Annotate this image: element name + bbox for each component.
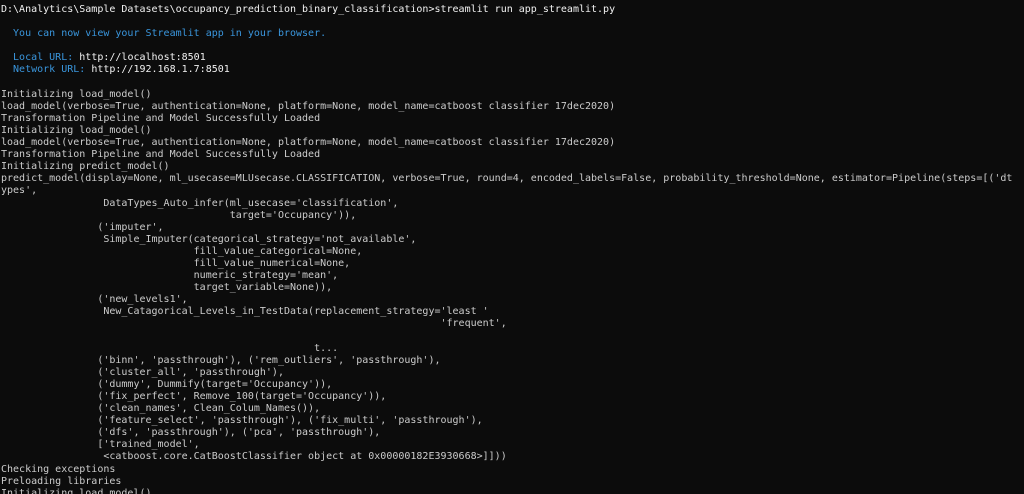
log-line: ['trained_model', — [1, 439, 200, 451]
log-line: 'frequent', — [1, 318, 507, 330]
log-line: ('feature_select', 'passthrough'), ('fix… — [1, 415, 483, 427]
log-line: numeric_strategy='mean', — [1, 270, 339, 282]
log-line: target='Occupancy')), — [1, 209, 357, 221]
log-line: load_model(verbose=True, authentication=… — [1, 137, 616, 149]
log-line: ypes', — [1, 185, 38, 197]
log-line: fill_value_categorical=None, — [1, 245, 363, 257]
local-url-line: Local URL: http://localhost:8501 — [0, 52, 1024, 64]
log-line: t... — [1, 342, 339, 354]
log-line: New_Catagorical_Levels_in_TestData(repla… — [1, 306, 489, 318]
log-line: ('cluster_all', 'passthrough'), — [1, 366, 284, 378]
network-url-line: Network URL: http://192.168.1.7:8501 — [0, 64, 1024, 76]
log-line: fill_value_numerical=None, — [1, 257, 351, 269]
terminal-window[interactable]: D:\Analytics\Sample Datasets\occupancy_p… — [0, 0, 1024, 494]
log-line: predict_model(display=None, ml_usecase=M… — [1, 173, 1013, 185]
log-line: Transformation Pipeline and Model Succes… — [1, 112, 321, 124]
log-line: Initializing load_model() — [1, 124, 152, 136]
log-line: Checking exceptions — [1, 463, 116, 475]
network-url-label: Network URL: — [1, 64, 92, 76]
log-line: ('fix_perfect', Remove_100(target='Occup… — [1, 391, 387, 402]
local-url-link[interactable]: http://localhost:8501 — [79, 52, 205, 63]
log-line: Preloading libraries — [1, 475, 122, 487]
command-prompt-line: D:\Analytics\Sample Datasets\occupancy_p… — [1, 4, 616, 15]
network-url-link[interactable]: http://192.168.1.7:8501 — [91, 64, 229, 75]
log-line: Initializing predict_model() — [1, 161, 170, 173]
log-line: Initializing load_model() — [1, 88, 152, 100]
log-line: load_model(verbose=True, authentication=… — [1, 100, 616, 112]
log-line: <catboost.core.CatBoostClassifier object… — [1, 451, 507, 463]
log-line: target_variable=None)), — [1, 282, 333, 294]
log-output: Initializing load_model() load_model(verb… — [0, 89, 1024, 494]
local-url-label: Local URL: — [1, 52, 80, 64]
log-line: DataTypes_Auto_infer(ml_usecase='classif… — [1, 197, 399, 209]
log-line: Simple_Imputer(categorical_strategy='not… — [1, 233, 417, 245]
streamlit-view-message: You can now view your Streamlit app in y… — [1, 28, 327, 40]
log-line: ('binn', 'passthrough'), ('rem_outliers'… — [1, 354, 441, 366]
log-line: Initializing load_model() — [1, 487, 152, 494]
log-line: ('dfs', 'passthrough'), ('pca', 'passthr… — [1, 427, 381, 439]
log-line: ('imputer', — [1, 221, 164, 233]
log-line: ('dummy', Dummify(target='Occupancy')), — [1, 378, 333, 390]
log-line: ('new_levels1', — [1, 294, 188, 306]
log-line: Transformation Pipeline and Model Succes… — [1, 149, 321, 161]
log-line: ('clean_names', Clean_Colum_Names()), — [1, 403, 321, 415]
